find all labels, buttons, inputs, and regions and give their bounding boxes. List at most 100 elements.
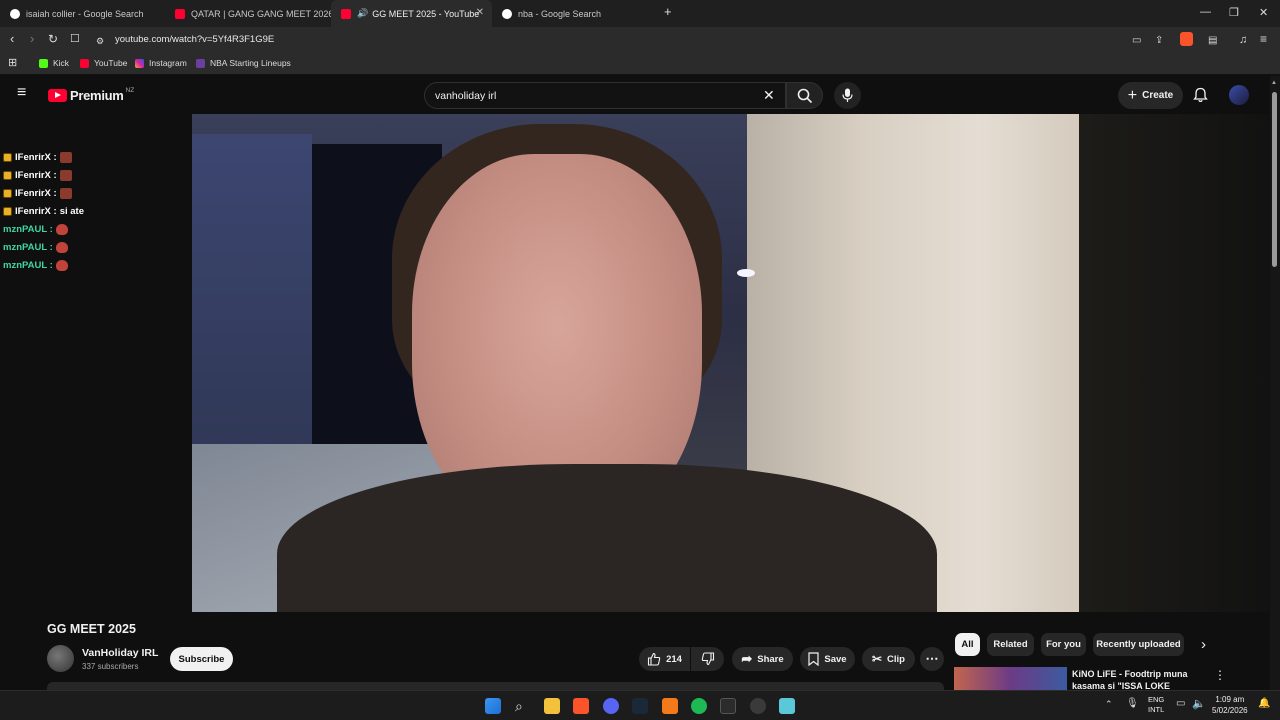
sidebar-icon[interactable]: ▤ — [1208, 34, 1217, 48]
recommended-thumbnail[interactable] — [954, 667, 1067, 690]
close-window-icon[interactable]: ✕ — [1259, 6, 1268, 19]
network-icon[interactable]: ▭ — [1176, 698, 1185, 709]
recommended-title[interactable]: KiNO LiFE - Foodtrip muna kasama si "ISS… — [1072, 668, 1202, 690]
brave-shields-icon[interactable] — [1180, 32, 1193, 46]
browser-tab-active[interactable]: 🔊 GG MEET 2025 - YouTube ✕ — [331, 0, 492, 27]
youtube-logo[interactable]: Premium NZ — [48, 87, 134, 103]
like-button[interactable]: 214 — [639, 647, 690, 671]
nba-icon — [196, 58, 205, 68]
close-tab-icon[interactable]: ✕ — [476, 7, 484, 18]
filter-chip-all[interactable]: All — [955, 633, 980, 656]
share-page-icon[interactable]: ⇪ — [1155, 34, 1163, 48]
chat-message: lFenrirX : — [3, 152, 72, 163]
instagram-icon — [135, 58, 144, 68]
bookmark-youtube[interactable]: YouTube — [80, 58, 127, 68]
windows-taskbar: ⌕ ⌃ 🎙 ENG INTL ▭ 🔈 1:09 am 5/02/2026 🔔 — [0, 690, 1280, 720]
bookmark-instagram[interactable]: Instagram — [135, 58, 187, 68]
media-icon[interactable]: ♫ — [1239, 33, 1247, 47]
share-button[interactable]: ➦ Share — [732, 647, 793, 671]
notepad-icon[interactable] — [779, 698, 795, 714]
windows-start-icon[interactable] — [485, 698, 501, 714]
emote-icon — [55, 224, 68, 235]
chevron-right-icon[interactable]: › — [1201, 636, 1206, 653]
video-player[interactable] — [192, 114, 1079, 612]
site-info-icon[interactable]: ⚙ — [96, 34, 104, 48]
search-input[interactable]: vanholiday irl ✕ — [424, 82, 786, 109]
bookmark-icon[interactable]: ☐ — [70, 32, 80, 46]
recommended-menu-icon[interactable]: ⋮ — [1214, 668, 1226, 682]
filter-chip-for-you[interactable]: For you — [1041, 633, 1086, 656]
discord-icon[interactable] — [603, 698, 619, 714]
search-icon — [797, 88, 813, 104]
apps-grid-icon[interactable]: ⊞ — [8, 56, 17, 69]
share-arrow-icon: ➦ — [741, 651, 753, 666]
chevron-up-icon[interactable]: ⌃ — [1105, 699, 1113, 710]
app-icon[interactable] — [662, 698, 678, 714]
system-clock[interactable]: 1:09 am 5/02/2026 — [1212, 694, 1248, 716]
video-shirt — [277, 464, 937, 612]
player-side-area — [1079, 114, 1269, 612]
notifications-bell-icon[interactable] — [1193, 87, 1208, 103]
video-title: GG MEET 2025 — [47, 622, 136, 636]
youtube-icon — [80, 58, 89, 68]
description-box[interactable] — [47, 682, 944, 690]
maximize-icon[interactable]: ❐ — [1229, 6, 1239, 19]
reload-icon[interactable]: ↻ — [48, 32, 58, 46]
filter-chip-recently-uploaded[interactable]: Recently uploaded — [1093, 633, 1184, 656]
tab-title: GG MEET 2025 - YouTube — [372, 8, 480, 19]
app-icon[interactable] — [750, 698, 766, 714]
steam-icon[interactable] — [632, 698, 648, 714]
hamburger-menu-icon[interactable]: ≡ — [17, 85, 26, 101]
bookmark-nba[interactable]: NBA Starting Lineups — [196, 58, 291, 68]
filter-chip-related[interactable]: Related — [987, 633, 1034, 656]
plus-icon: + — [1127, 86, 1138, 104]
terminal-icon[interactable] — [720, 698, 736, 714]
forward-icon[interactable]: › — [30, 32, 34, 46]
input-language[interactable]: ENG INTL — [1148, 695, 1164, 715]
browser-tab[interactable]: QATAR | GANG GANG MEET 2026 - Y — [165, 0, 331, 27]
dislike-button[interactable] — [691, 647, 724, 671]
cast-icon[interactable]: ▭ — [1132, 34, 1141, 48]
search-button[interactable] — [786, 82, 823, 109]
brave-browser-icon[interactable] — [573, 698, 589, 714]
create-button[interactable]: + Create — [1118, 82, 1183, 109]
minimize-icon[interactable]: — — [1200, 6, 1211, 18]
clear-search-icon[interactable]: ✕ — [763, 87, 775, 104]
file-explorer-icon[interactable] — [544, 698, 560, 714]
thumbs-up-icon — [648, 652, 661, 666]
chat-message: mznPAUL : — [3, 224, 68, 235]
bookmarks-bar: ⊞ Kick YouTube Instagram NBA Starting Li… — [0, 53, 1280, 75]
scroll-up-icon[interactable]: ▲ — [1271, 80, 1277, 86]
bookmark-kick[interactable]: Kick — [39, 58, 69, 68]
search-query: vanholiday irl — [435, 90, 497, 102]
microphone-tray-icon[interactable]: 🎙 — [1126, 698, 1139, 709]
more-actions-button[interactable]: ⋯ — [920, 647, 944, 671]
chat-message: lFenrirX : si ate — [3, 206, 84, 217]
save-button[interactable]: Save — [800, 647, 855, 671]
youtube-icon — [341, 8, 351, 19]
emote-icon — [59, 188, 72, 199]
search-icon[interactable]: ⌕ — [515, 698, 531, 714]
tab-title: QATAR | GANG GANG MEET 2026 - Y — [191, 8, 331, 19]
channel-avatar[interactable] — [47, 645, 74, 672]
account-avatar[interactable] — [1229, 85, 1249, 105]
speaker-icon: 🔊 — [357, 8, 369, 18]
volume-icon[interactable]: 🔈 — [1192, 697, 1206, 710]
menu-icon[interactable]: ≡ — [1260, 32, 1267, 46]
new-tab-icon[interactable]: + — [664, 4, 672, 19]
notifications-icon[interactable]: 🔔 — [1258, 698, 1270, 709]
address-bar[interactable]: youtube.com/watch?v=5Yf4R3F1G9E — [115, 34, 274, 45]
clip-button[interactable]: ✂ Clip — [862, 647, 915, 671]
browser-toolbar: ‹ › ↻ ☐ ⚙ youtube.com/watch?v=5Yf4R3F1G9… — [0, 27, 1280, 53]
channel-name[interactable]: VanHoliday IRL — [82, 647, 158, 659]
browser-tab[interactable]: isaiah collier - Google Search — [0, 0, 165, 27]
scrollbar-thumb[interactable] — [1272, 92, 1277, 267]
back-icon[interactable]: ‹ — [10, 32, 14, 46]
browser-tab[interactable]: nba - Google Search — [492, 0, 657, 27]
chat-message: lFenrirX : — [3, 188, 72, 199]
voice-search-button[interactable] — [834, 82, 861, 109]
tab-title: isaiah collier - Google Search — [26, 8, 144, 19]
subscribe-button[interactable]: Subscribe — [170, 647, 233, 671]
emote-icon — [55, 242, 68, 253]
spotify-icon[interactable] — [691, 698, 707, 714]
